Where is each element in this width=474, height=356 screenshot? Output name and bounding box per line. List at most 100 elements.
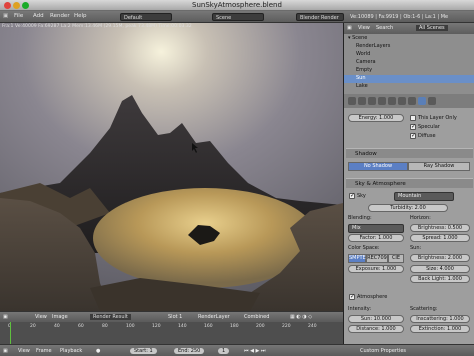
tl-menu-view[interactable]: View <box>18 348 30 354</box>
specular-label: Specular <box>418 124 440 130</box>
record-icon[interactable]: ● <box>96 348 100 354</box>
timeline-tick: 20 <box>30 324 36 329</box>
energy-field[interactable]: Energy: 1.000 <box>348 114 404 122</box>
sun-size-field[interactable]: Size: 4.000 <box>410 265 470 273</box>
no-shadow-button[interactable]: No Shadow <box>348 162 408 171</box>
menu-image[interactable]: Image <box>52 314 68 320</box>
this-layer-only-checkbox[interactable] <box>410 115 416 121</box>
menu-help[interactable]: Help <box>74 13 87 19</box>
timeline-tick: 60 <box>78 324 84 329</box>
layout-select[interactable]: Default <box>120 13 172 21</box>
sun-intensity-field[interactable]: Sun: 10.000 <box>348 315 404 323</box>
scene-stats: Ve:10089 | Fa:9919 | Ob:1-6 | La:1 | Me <box>350 14 449 20</box>
timeline-tick: 100 <box>126 324 135 329</box>
colorspace-cie-button[interactable]: CIE <box>388 254 404 263</box>
render-view[interactable]: Fra:1 Ve:40009 Fa:69287 La:2 Mem:13.46M … <box>0 23 343 311</box>
render-layer-select[interactable]: RenderLayer <box>198 314 230 320</box>
playhead[interactable] <box>10 322 11 344</box>
timeline-tick: 40 <box>54 324 60 329</box>
display-mode-icons[interactable]: ▦ ◐ ◑ ◇ <box>290 314 312 320</box>
tab-scene-icon[interactable] <box>368 97 376 105</box>
distance-field[interactable]: Distance: 1.000 <box>348 325 404 333</box>
editor-type-icon-4[interactable]: ▣ <box>347 25 352 31</box>
outliner-item-empty[interactable]: Empty <box>344 67 474 75</box>
window-title: SunSkyAtmosphere.blend <box>192 1 282 9</box>
this-layer-only-label: This Layer Only <box>418 115 457 121</box>
factor-field[interactable]: Factor: 1.000 <box>348 234 404 242</box>
menu-view[interactable]: View <box>35 314 47 320</box>
atmosphere-checkbox[interactable] <box>349 293 355 300</box>
tl-menu-playback[interactable]: Playback <box>60 348 82 354</box>
sky-atmosphere-panel-header[interactable]: Sky & Atmosphere <box>346 178 473 188</box>
current-frame-field[interactable]: 1 <box>218 348 230 354</box>
start-frame-field[interactable]: Start: 1 <box>130 348 157 354</box>
tab-lamp-icon[interactable] <box>418 97 426 105</box>
exposure-field[interactable]: Exposure: 1.000 <box>348 265 404 273</box>
spread-field[interactable]: Spread: 1.000 <box>410 234 470 242</box>
render-engine-select[interactable]: Blender Render <box>296 13 344 21</box>
extinction-field[interactable]: Extinction: 1.000 <box>410 325 470 333</box>
shadow-panel-header[interactable]: Shadow <box>346 148 473 158</box>
tab-modifiers-icon[interactable] <box>408 97 416 105</box>
colorspace-smpte-button[interactable]: SMPTE <box>348 254 366 263</box>
tab-texture-icon[interactable] <box>428 97 436 105</box>
tab-render-icon[interactable] <box>348 97 356 105</box>
inscattering-field[interactable]: Inscattering: 1.000 <box>410 315 470 323</box>
render-image <box>0 23 343 311</box>
back-light-field[interactable]: Back Light: 1.000 <box>410 275 470 283</box>
outliner-item-lake[interactable]: Lake <box>344 83 474 91</box>
color-space-label: Color Space: <box>348 245 380 251</box>
outliner[interactable]: ▣ View Search All Scenes ▾ Scene RenderL… <box>343 23 474 94</box>
image-select[interactable]: Render Result <box>90 314 131 320</box>
tab-constraints-icon[interactable] <box>398 97 406 105</box>
colorspace-rec709-button[interactable]: REC709 <box>366 254 388 263</box>
timeline-tick: 180 <box>230 324 239 329</box>
editor-type-icon-2[interactable]: ▣ <box>3 314 8 320</box>
timeline-area[interactable]: 0 20 40 60 80 100 120 140 160 180 200 22… <box>0 322 343 344</box>
outliner-filter-select[interactable]: All Scenes <box>416 25 448 31</box>
properties-tabs <box>344 94 474 108</box>
horizon-brightness-field[interactable]: Brightness: 0.500 <box>410 224 470 232</box>
sky-preset-select[interactable]: Mountain <box>394 192 454 201</box>
custom-properties-label[interactable]: Custom Properties <box>360 348 406 354</box>
blend-mode-select[interactable]: Mix <box>348 224 404 233</box>
outliner-item-sun[interactable]: Sun <box>344 75 474 83</box>
tab-object-icon[interactable] <box>388 97 396 105</box>
info-header: ▣ File Add Render Help Default Scene Ble… <box>0 11 474 23</box>
properties-editor[interactable]: Energy: 1.000 This Layer Only Specular D… <box>343 94 474 344</box>
tl-menu-frame[interactable]: Frame <box>36 348 52 354</box>
tab-layers-icon[interactable] <box>358 97 366 105</box>
playback-controls-icons[interactable]: ⏮ ◀ ▶ ⏭ <box>244 348 265 354</box>
sun-brightness-field[interactable]: Brightness: 2.000 <box>410 254 470 262</box>
outliner-label: Sun <box>356 75 366 81</box>
sun-label: Sun: <box>410 245 422 251</box>
scene-select[interactable]: Scene <box>212 13 264 21</box>
outliner-item-camera[interactable]: Camera <box>344 59 474 67</box>
specular-checkbox[interactable] <box>410 123 416 130</box>
blending-label: Blending: <box>348 215 372 221</box>
menu-file[interactable]: File <box>14 13 23 19</box>
outliner-label: Scene <box>352 35 368 41</box>
outliner-item-world[interactable]: World <box>344 51 474 59</box>
editor-type-icon[interactable]: ▣ <box>3 13 8 19</box>
ray-shadow-button[interactable]: Ray Shadow <box>408 162 470 171</box>
diffuse-checkbox[interactable] <box>410 132 416 139</box>
title-bar: SunSkyAtmosphere.blend <box>0 0 474 11</box>
render-info: Fra:1 Ve:40009 Fa:69287 La:2 Mem:13.46M … <box>2 24 192 29</box>
turbidity-field[interactable]: Turbidity: 2.00 <box>368 204 448 212</box>
outliner-item-renderlayers[interactable]: RenderLayers <box>344 43 474 51</box>
menu-add[interactable]: Add <box>33 13 44 19</box>
horizon-label: Horizon: <box>410 215 431 221</box>
slot-select[interactable]: Slot 1 <box>168 314 182 320</box>
scattering-label: Scattering: <box>410 306 438 312</box>
menu-render[interactable]: Render <box>50 13 70 19</box>
outliner-menu-view[interactable]: View <box>358 25 370 31</box>
editor-type-icon-3[interactable]: ▣ <box>3 348 8 354</box>
pass-select[interactable]: Combined <box>244 314 269 320</box>
sky-checkbox[interactable] <box>349 192 355 199</box>
outliner-item-scene[interactable]: ▾ Scene <box>344 35 474 43</box>
tab-world-icon[interactable] <box>378 97 386 105</box>
sky-label: Sky <box>357 193 366 199</box>
end-frame-field[interactable]: End: 250 <box>174 348 205 354</box>
outliner-menu-search[interactable]: Search <box>376 25 393 31</box>
